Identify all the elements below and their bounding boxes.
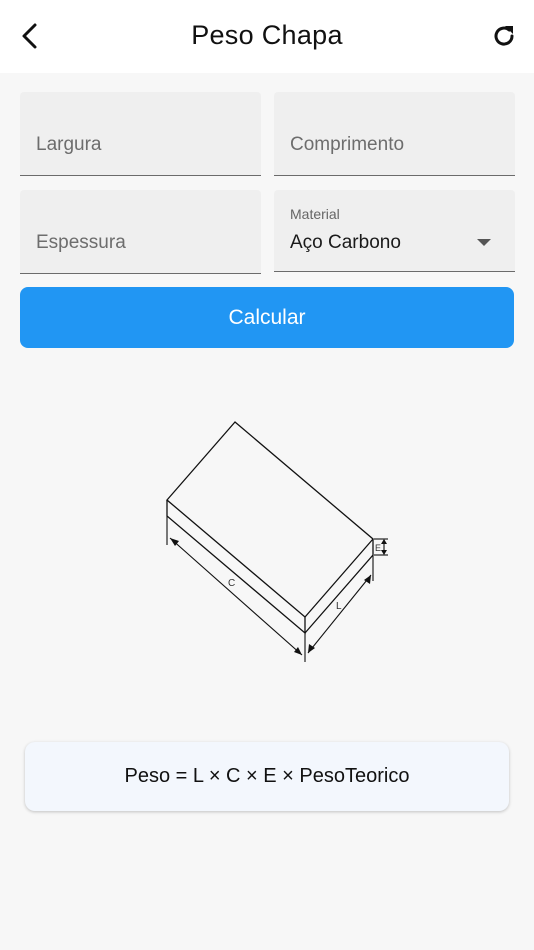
sheet-diagram: C L E bbox=[166, 421, 388, 662]
material-select[interactable]: Material Aço Carbono bbox=[274, 190, 515, 272]
diagram-label-e: E bbox=[375, 543, 381, 553]
dropdown-arrow-icon bbox=[477, 239, 491, 246]
formula-card: Peso = L × C × E × PesoTeorico bbox=[25, 742, 509, 811]
calcular-button[interactable]: Calcular bbox=[20, 287, 514, 348]
comprimento-placeholder: Comprimento bbox=[290, 134, 405, 155]
diagram-label-l: L bbox=[336, 601, 342, 612]
app-bar: Peso Chapa bbox=[0, 0, 534, 73]
formula-text: Peso = L × C × E × PesoTeorico bbox=[124, 765, 410, 787]
espessura-placeholder: Espessura bbox=[36, 232, 126, 253]
largura-field[interactable]: Largura bbox=[20, 92, 261, 176]
material-value: Aço Carbono bbox=[290, 232, 401, 253]
refresh-icon bbox=[494, 26, 514, 46]
material-label: Material bbox=[290, 206, 340, 222]
refresh-button[interactable] bbox=[488, 20, 520, 52]
largura-placeholder: Largura bbox=[36, 134, 102, 155]
espessura-field[interactable]: Espessura bbox=[20, 190, 261, 274]
diagram-label-c: C bbox=[228, 578, 235, 589]
comprimento-field[interactable]: Comprimento bbox=[274, 92, 515, 176]
page-title: Peso Chapa bbox=[191, 20, 343, 50]
